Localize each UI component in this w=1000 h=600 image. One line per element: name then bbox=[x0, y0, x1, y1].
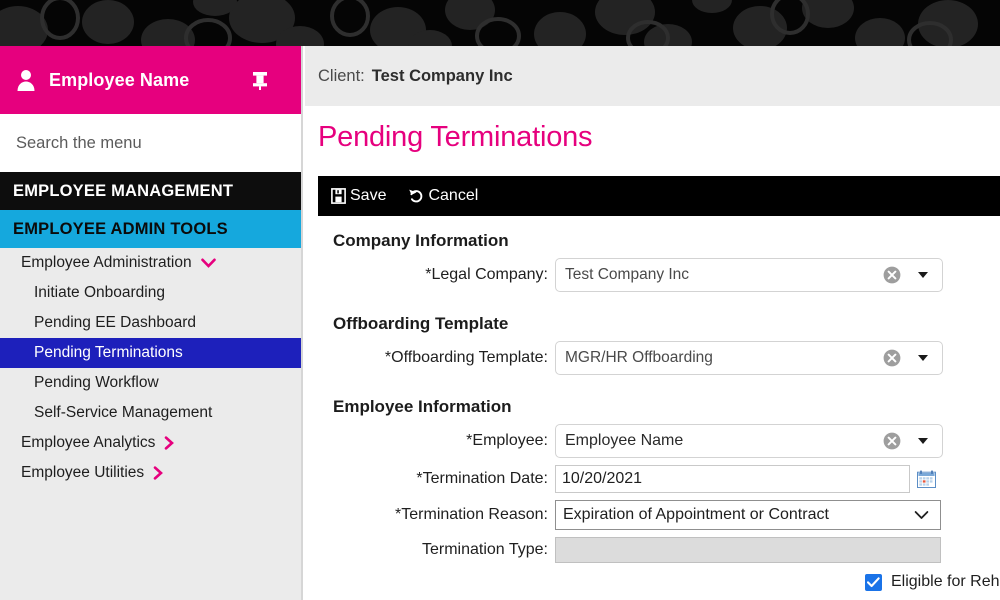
eligible-for-rehire-checkbox[interactable] bbox=[865, 574, 882, 591]
termination-reason-dropdown[interactable]: Expiration of Appointment or Contract bbox=[555, 500, 941, 530]
sidebar-item-pending-terminations[interactable]: Pending Terminations bbox=[0, 338, 301, 368]
main-content: Client: Test Company Inc Pending Termina… bbox=[305, 46, 1000, 600]
app-window: Employee Name EMPLOYEE MANAGEMENT EMPLOY… bbox=[0, 0, 1000, 600]
termination-type-label: Termination Type: bbox=[305, 541, 555, 559]
cancel-button-label: Cancel bbox=[428, 187, 478, 205]
sidebar-item-employee-administration[interactable]: Employee Administration bbox=[0, 248, 301, 278]
pin-icon[interactable] bbox=[249, 69, 271, 91]
caret-down-icon[interactable] bbox=[918, 272, 928, 278]
sidebar-user-name: Employee Name bbox=[49, 70, 249, 91]
save-button[interactable]: Save bbox=[327, 185, 390, 207]
legal-company-value: Test Company Inc bbox=[565, 266, 689, 284]
clear-circle-icon[interactable] bbox=[883, 266, 901, 284]
legal-company-label: *Legal Company: bbox=[305, 266, 555, 284]
client-label: Client: bbox=[318, 67, 365, 86]
employee-label: *Employee: bbox=[305, 432, 555, 450]
sidebar-item-pending-workflow[interactable]: Pending Workflow bbox=[0, 368, 301, 398]
termination-reason-value: Expiration of Appointment or Contract bbox=[563, 506, 829, 524]
termination-reason-control: Expiration of Appointment or Contract bbox=[555, 500, 941, 530]
sidebar-item-label: Employee Administration bbox=[21, 254, 192, 272]
caret-down-icon[interactable] bbox=[918, 438, 928, 444]
employee-select[interactable]: Employee Name bbox=[555, 424, 943, 458]
offboarding-template-select[interactable]: MGR/HR Offboarding bbox=[555, 341, 943, 375]
search-input[interactable] bbox=[16, 134, 266, 153]
sidebar-item-label: Employee Analytics bbox=[21, 434, 155, 452]
offboarding-template-label: *Offboarding Template: bbox=[305, 349, 555, 367]
field-row-employee: *Employee: Employee Name bbox=[305, 424, 1000, 458]
sidebar-section-employee-management[interactable]: EMPLOYEE MANAGEMENT bbox=[0, 172, 301, 210]
sidebar-section-employee-admin-tools[interactable]: EMPLOYEE ADMIN TOOLS bbox=[0, 210, 301, 248]
action-toolbar: Save Cancel bbox=[318, 176, 1000, 216]
sidebar-item-label: Self-Service Management bbox=[34, 404, 212, 422]
offboarding-template-control: MGR/HR Offboarding bbox=[555, 341, 943, 375]
group-title-employee-information: Employee Information bbox=[305, 397, 1000, 417]
client-name: Test Company Inc bbox=[372, 67, 513, 86]
page-title: Pending Terminations bbox=[305, 106, 1000, 152]
offboarding-template-value: MGR/HR Offboarding bbox=[565, 349, 713, 367]
checkmark-icon bbox=[867, 577, 880, 588]
sidebar-item-self-service-management[interactable]: Self-Service Management bbox=[0, 398, 301, 428]
employee-value: Employee Name bbox=[565, 432, 683, 450]
termination-date-value: 10/20/2021 bbox=[562, 470, 642, 488]
chevron-right-icon bbox=[164, 436, 174, 450]
eligible-for-rehire-label: Eligible for Rehire bbox=[891, 573, 1000, 591]
chevron-down-icon bbox=[201, 258, 216, 268]
termination-form: Company Information *Legal Company: Test… bbox=[305, 231, 1000, 591]
undo-arrow-icon bbox=[408, 188, 424, 204]
group-title-company-information: Company Information bbox=[305, 231, 1000, 251]
sidebar: Employee Name EMPLOYEE MANAGEMENT EMPLOY… bbox=[0, 46, 303, 600]
sidebar-item-label: Employee Utilities bbox=[21, 464, 144, 482]
sidebar-user-header: Employee Name bbox=[0, 46, 301, 114]
field-row-legal-company: *Legal Company: Test Company Inc bbox=[305, 258, 1000, 292]
user-icon bbox=[16, 69, 36, 91]
employee-control: Employee Name bbox=[555, 424, 943, 458]
sidebar-item-employee-analytics[interactable]: Employee Analytics bbox=[0, 428, 301, 458]
field-row-termination-date: *Termination Date: 10/20/2021 bbox=[305, 465, 1000, 493]
termination-reason-label: *Termination Reason: bbox=[305, 506, 555, 524]
banner-circles-pattern bbox=[0, 0, 1000, 46]
chevron-right-icon bbox=[153, 466, 163, 480]
sidebar-item-initiate-onboarding[interactable]: Initiate Onboarding bbox=[0, 278, 301, 308]
sidebar-item-label: Pending Workflow bbox=[34, 374, 159, 392]
termination-type-control bbox=[555, 537, 941, 563]
legal-company-select[interactable]: Test Company Inc bbox=[555, 258, 943, 292]
clear-circle-icon[interactable] bbox=[883, 432, 901, 450]
chevron-down-icon bbox=[914, 510, 929, 520]
calendar-icon[interactable] bbox=[917, 470, 936, 489]
legal-company-control: Test Company Inc bbox=[555, 258, 943, 292]
sidebar-item-label: Initiate Onboarding bbox=[34, 284, 165, 302]
field-row-termination-reason: *Termination Reason: Expiration of Appoi… bbox=[305, 500, 1000, 530]
termination-date-label: *Termination Date: bbox=[305, 470, 555, 488]
client-bar: Client: Test Company Inc bbox=[305, 46, 1000, 106]
field-row-offboarding-template: *Offboarding Template: MGR/HR Offboardin… bbox=[305, 341, 1000, 375]
sidebar-item-label: Pending EE Dashboard bbox=[34, 314, 196, 332]
group-title-offboarding-template: Offboarding Template bbox=[305, 314, 1000, 334]
top-banner bbox=[0, 0, 1000, 46]
sidebar-search[interactable] bbox=[0, 114, 301, 172]
sidebar-item-pending-ee-dashboard[interactable]: Pending EE Dashboard bbox=[0, 308, 301, 338]
sidebar-item-label: Pending Terminations bbox=[34, 344, 183, 362]
cancel-button[interactable]: Cancel bbox=[404, 185, 482, 207]
termination-date-control: 10/20/2021 bbox=[555, 465, 936, 493]
save-button-label: Save bbox=[350, 187, 386, 205]
sidebar-item-employee-utilities[interactable]: Employee Utilities bbox=[0, 458, 301, 488]
termination-type-input-disabled bbox=[555, 537, 941, 563]
field-row-termination-type: Termination Type: bbox=[305, 537, 1000, 563]
clear-circle-icon[interactable] bbox=[883, 349, 901, 367]
caret-down-icon[interactable] bbox=[918, 355, 928, 361]
save-disk-icon bbox=[331, 188, 346, 204]
termination-date-input[interactable]: 10/20/2021 bbox=[555, 465, 910, 493]
eligible-for-rehire-row: Eligible for Rehire bbox=[305, 573, 1000, 591]
